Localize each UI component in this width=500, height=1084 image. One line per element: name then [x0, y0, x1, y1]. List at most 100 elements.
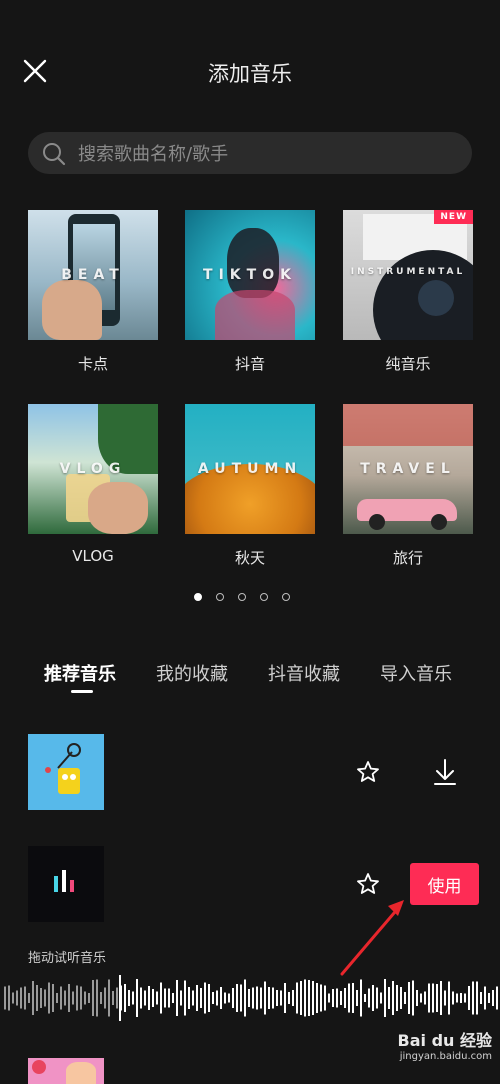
star-icon[interactable]	[356, 760, 380, 788]
waveform-bar	[404, 992, 406, 1004]
waveform-bar	[104, 987, 106, 1009]
waveform-bar	[196, 985, 198, 1011]
waveform-bar	[156, 991, 158, 1005]
pager-dot[interactable]	[216, 593, 224, 601]
waveform-bar	[356, 990, 358, 1006]
waveform-bar	[16, 990, 18, 1006]
waveform-bar	[480, 992, 482, 1004]
waveform-bar	[432, 983, 434, 1013]
waveform-bar	[384, 979, 386, 1017]
waveform-bar	[232, 988, 234, 1008]
category-vlog[interactable]: VLOG	[28, 404, 158, 534]
category-beat[interactable]: BEAT	[28, 210, 158, 340]
waveform-bar	[244, 979, 246, 1017]
waveform-bar	[88, 993, 90, 1003]
waveform-bar	[324, 985, 326, 1011]
song-cover[interactable]	[28, 1058, 104, 1084]
watermark-logo: Bai du 经验 jingyan.baidu.com	[398, 1027, 492, 1062]
pager-dot[interactable]	[238, 593, 246, 601]
waveform-bar	[108, 979, 110, 1017]
waveform-bar	[12, 992, 14, 1004]
song-cover[interactable]	[28, 734, 104, 810]
category-instrumental[interactable]: INSTRUMENTAL NEW	[343, 210, 473, 340]
waveform-bar	[468, 986, 470, 1010]
pager-dot[interactable]	[260, 593, 268, 601]
tab-recommended[interactable]: 推荐音乐	[44, 660, 116, 686]
use-button[interactable]: 使用	[410, 863, 479, 905]
waveform-bar	[72, 991, 74, 1005]
waveform-bar	[400, 987, 402, 1009]
waveform-bar	[160, 982, 162, 1014]
waveform-bar	[272, 987, 274, 1009]
waveform-scrubber[interactable]	[0, 975, 500, 1021]
playhead[interactable]	[119, 975, 121, 1021]
watermark-text: Bai du 经验	[397, 1031, 492, 1050]
waveform-bar	[336, 988, 338, 1008]
waveform-bar	[408, 982, 410, 1014]
waveform-bar	[172, 993, 174, 1003]
waveform-bar	[236, 984, 238, 1012]
waveform-bar	[60, 986, 62, 1010]
waveform-bar	[44, 989, 46, 1007]
waveform-bar	[492, 990, 494, 1006]
waveform-bar	[348, 983, 350, 1013]
waveform-bar	[276, 990, 278, 1006]
category-label: 卡点	[77, 355, 108, 373]
waveform-bar	[200, 988, 202, 1008]
waveform-bar	[396, 985, 398, 1011]
waveform-bar	[372, 985, 374, 1011]
category-label: 纯音乐	[385, 355, 431, 373]
waveform-bar	[436, 984, 438, 1012]
waveform-bar	[96, 979, 98, 1017]
waveform-bar	[216, 990, 218, 1006]
waveform-bar	[76, 985, 78, 1011]
waveform-bar	[288, 992, 290, 1004]
search-input[interactable]	[76, 132, 460, 176]
waveform-bar	[476, 981, 478, 1015]
waveform-bar	[32, 981, 34, 1015]
waveform-bar	[64, 990, 66, 1006]
waveform-bar	[312, 981, 314, 1015]
waveform-bar	[224, 992, 226, 1004]
waveform-bar	[8, 985, 10, 1011]
drag-hint: 拖动试听音乐	[28, 951, 107, 966]
waveform-bar	[380, 992, 382, 1004]
category-word: VLOG	[59, 461, 127, 477]
waveform-bar	[92, 980, 94, 1016]
waveform-bar	[132, 991, 134, 1005]
tab-douyin-favorites[interactable]: 抖音收藏	[268, 660, 340, 686]
waveform-bar	[252, 987, 254, 1009]
waveform-bar	[248, 989, 250, 1007]
waveform-bar	[300, 981, 302, 1015]
waveform-bar	[412, 980, 414, 1016]
pager-dot[interactable]	[194, 593, 202, 601]
waveform-bar	[240, 984, 242, 1012]
category-tiktok[interactable]: TIKTOK	[185, 210, 315, 340]
song-cover[interactable]	[28, 846, 104, 922]
waveform-bar	[424, 991, 426, 1005]
waveform-bar	[460, 993, 462, 1003]
search-bar[interactable]	[28, 132, 472, 176]
waveform-bar	[128, 990, 130, 1006]
waveform-bar	[328, 993, 330, 1003]
waveform-bar	[464, 993, 466, 1003]
category-autumn[interactable]: AUTUMN	[185, 404, 315, 534]
waveform-bar	[84, 991, 86, 1005]
waveform-bar	[36, 985, 38, 1011]
waveform-bar	[360, 979, 362, 1017]
category-travel[interactable]: TRAVEL	[343, 404, 473, 534]
tab-import[interactable]: 导入音乐	[380, 660, 452, 686]
waveform-bar	[256, 986, 258, 1010]
tab-favorites[interactable]: 我的收藏	[156, 660, 228, 686]
download-icon[interactable]	[433, 758, 457, 790]
pager-dot[interactable]	[282, 593, 290, 601]
waveform-bar	[496, 986, 498, 1010]
waveform-bar	[48, 982, 50, 1014]
waveform-bar	[140, 987, 142, 1009]
waveform-bar	[188, 987, 190, 1009]
waveform-bar	[80, 986, 82, 1010]
waveform-bar	[148, 986, 150, 1010]
page-title: 添加音乐	[208, 62, 292, 86]
waveform-bar	[228, 993, 230, 1003]
waveform-bar	[332, 989, 334, 1007]
